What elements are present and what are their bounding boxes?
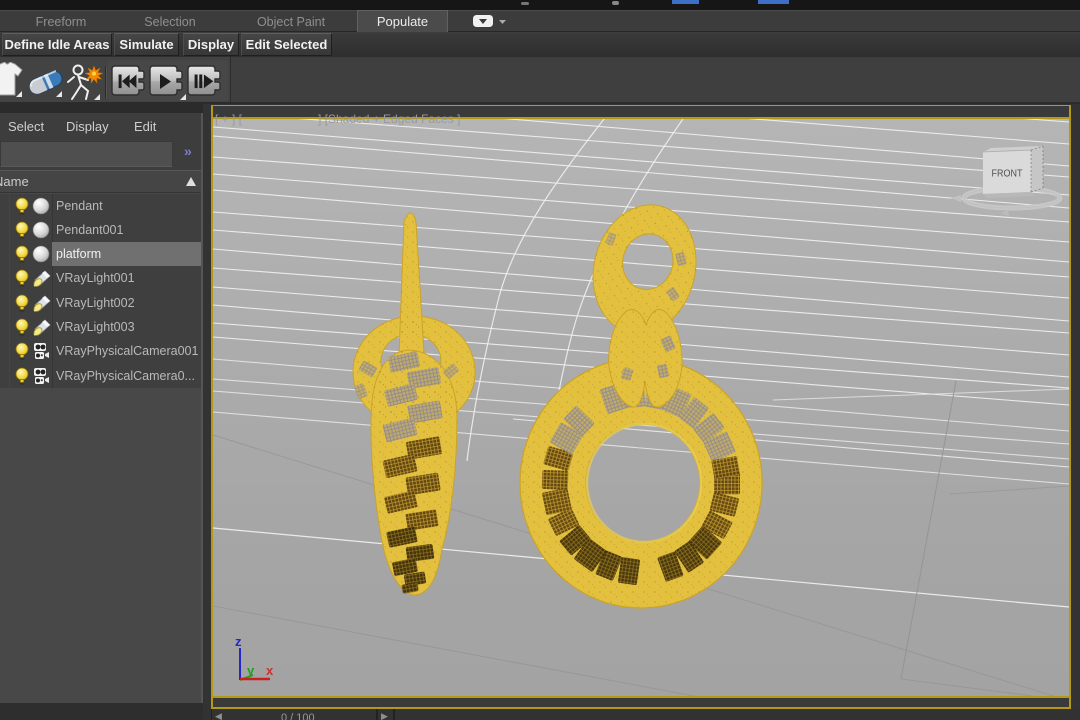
svg-text:FRONT: FRONT: [992, 168, 1023, 180]
svg-text:z: z: [235, 634, 242, 649]
svg-text:x: x: [266, 663, 274, 678]
